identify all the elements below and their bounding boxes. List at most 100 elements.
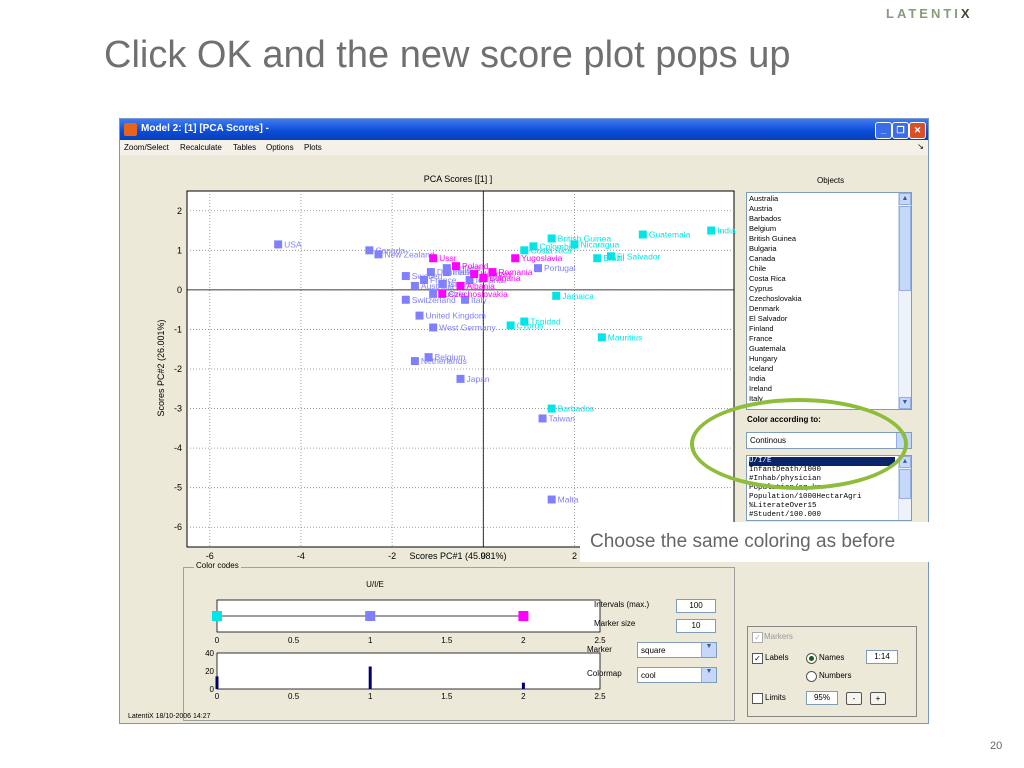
objects-scrollbar[interactable]: ▲ ▼ xyxy=(898,193,911,409)
data-point[interactable] xyxy=(707,226,716,235)
highlight-oval xyxy=(690,398,908,490)
marker-select[interactable]: square ▼ xyxy=(637,642,717,658)
limits-increase-button[interactable]: + xyxy=(870,692,886,705)
limits-checkbox[interactable] xyxy=(752,693,763,704)
menu-plots[interactable]: Plots xyxy=(304,143,322,152)
restore-icon[interactable]: ❐ xyxy=(892,122,909,139)
data-point[interactable] xyxy=(429,289,438,298)
list-item[interactable]: Austria xyxy=(749,204,772,214)
data-point[interactable] xyxy=(415,311,424,320)
data-point[interactable] xyxy=(429,323,438,332)
data-point[interactable] xyxy=(511,254,520,263)
data-point[interactable] xyxy=(401,272,410,281)
data-point[interactable] xyxy=(593,254,602,263)
data-point[interactable] xyxy=(410,357,419,366)
numbers-radio[interactable] xyxy=(806,671,817,682)
list-item[interactable]: Cyprus xyxy=(749,284,773,294)
pca-score-plot[interactable]: PCA Scores [[1] ] Scores PC#1 (45.981%) … xyxy=(120,155,740,575)
list-item[interactable]: Population/1000HectarAgri xyxy=(749,493,862,502)
data-point[interactable] xyxy=(438,289,447,298)
names-radio[interactable] xyxy=(806,653,817,664)
data-point[interactable] xyxy=(520,246,529,255)
colormap-select[interactable]: cool ▼ xyxy=(637,667,717,683)
menu-recalculate[interactable]: Recalculate xyxy=(180,143,222,152)
point-label: Ussr xyxy=(439,253,457,263)
data-point[interactable] xyxy=(274,240,283,249)
close-icon[interactable]: ✕ xyxy=(909,122,926,139)
data-point[interactable] xyxy=(456,374,465,383)
list-item[interactable]: Chile xyxy=(749,264,766,274)
data-point[interactable] xyxy=(506,321,515,330)
list-item[interactable]: Denmark xyxy=(749,304,779,314)
callout-text: Choose the same coloring as before xyxy=(580,522,1012,562)
list-item[interactable]: Czechoslovakia xyxy=(749,294,802,304)
list-item[interactable]: Ireland xyxy=(749,384,772,394)
data-point[interactable] xyxy=(401,295,410,304)
intervals-input[interactable]: 100 xyxy=(676,599,716,613)
scroll-thumb[interactable] xyxy=(899,206,911,291)
limits-input[interactable]: 95% xyxy=(806,691,838,705)
menu-dock-arrow-icon[interactable]: ↘ xyxy=(917,142,924,151)
minimize-icon[interactable]: _ xyxy=(875,122,892,139)
data-point[interactable] xyxy=(410,281,419,290)
histogram-x-tick-label: 2.5 xyxy=(594,692,606,701)
menu-zoom-select[interactable]: Zoom/Select xyxy=(124,143,169,152)
data-point[interactable] xyxy=(374,250,383,259)
list-item[interactable]: #Student/100.000 xyxy=(749,511,821,520)
data-point[interactable] xyxy=(533,264,542,273)
data-point[interactable] xyxy=(429,254,438,263)
list-item[interactable]: British Guinea xyxy=(749,234,796,244)
data-point[interactable] xyxy=(365,246,374,255)
list-item[interactable]: El Salvador xyxy=(749,314,787,324)
list-item[interactable]: Hungary xyxy=(749,354,777,364)
menu-options[interactable]: Options xyxy=(266,143,294,152)
data-point[interactable] xyxy=(638,230,647,239)
marker-size-input[interactable]: 10 xyxy=(676,619,716,633)
data-point[interactable] xyxy=(470,270,479,279)
data-point[interactable] xyxy=(547,495,556,504)
labels-checkbox[interactable]: ✓ xyxy=(752,653,763,664)
scroll-down-icon[interactable]: ▼ xyxy=(899,397,911,409)
list-item[interactable]: Barbados xyxy=(749,214,781,224)
page-number: 20 xyxy=(990,740,1003,752)
chevron-down-icon[interactable]: ▼ xyxy=(701,668,716,682)
data-point[interactable] xyxy=(552,291,561,300)
list-item[interactable]: Australia xyxy=(749,194,778,204)
data-point[interactable] xyxy=(451,262,460,271)
range-input[interactable]: 1:14 xyxy=(866,650,898,664)
data-point[interactable] xyxy=(456,281,465,290)
point-label: Mauritius xyxy=(608,332,642,342)
objects-listbox[interactable]: Australia Austria Barbados Belgium British G… xyxy=(746,192,912,410)
data-point[interactable] xyxy=(547,404,556,413)
point-label: Nicaragua xyxy=(580,239,619,249)
data-point[interactable] xyxy=(442,268,451,277)
point-label: Netherlands xyxy=(421,356,467,366)
list-item[interactable]: Belgium xyxy=(749,224,776,234)
data-point[interactable] xyxy=(597,333,606,342)
color-codes-plots: U/I/E 0 0.5 1 1.5 2 2.5402000 0.5 1 1.5 2 2.5 xyxy=(205,580,606,701)
intervals-label: Intervals (max.) xyxy=(594,600,650,609)
list-item[interactable]: %LiterateOver15 xyxy=(749,502,817,511)
histogram-y-tick-label: 40 xyxy=(205,649,214,658)
list-item[interactable]: Bulgaria xyxy=(749,244,777,254)
variable-scrollbar[interactable]: ▲ xyxy=(898,456,911,520)
markers-checkbox[interactable]: ✓ xyxy=(752,632,763,643)
x-tick-label: -6 xyxy=(206,551,214,561)
list-item[interactable]: India xyxy=(749,374,765,384)
limits-decrease-button[interactable]: - xyxy=(846,692,862,705)
point-label: United Kingdom xyxy=(425,311,485,321)
data-point[interactable] xyxy=(420,276,429,284)
y-tick-label: -2 xyxy=(174,364,182,374)
list-item[interactable]: Canada xyxy=(749,254,775,264)
list-item[interactable]: Finland xyxy=(749,324,774,334)
data-point[interactable] xyxy=(538,414,547,423)
list-item[interactable]: Costa Rica xyxy=(749,274,786,284)
scroll-up-icon[interactable]: ▲ xyxy=(899,193,911,205)
list-item[interactable]: France xyxy=(749,334,772,344)
chevron-down-icon[interactable]: ▼ xyxy=(701,643,716,657)
scroll-thumb[interactable] xyxy=(899,469,911,499)
histogram-x-tick-label: 2 xyxy=(521,692,526,701)
list-item[interactable]: Iceland xyxy=(749,364,773,374)
menu-tables[interactable]: Tables xyxy=(233,143,256,152)
list-item[interactable]: Guatemala xyxy=(749,344,786,354)
